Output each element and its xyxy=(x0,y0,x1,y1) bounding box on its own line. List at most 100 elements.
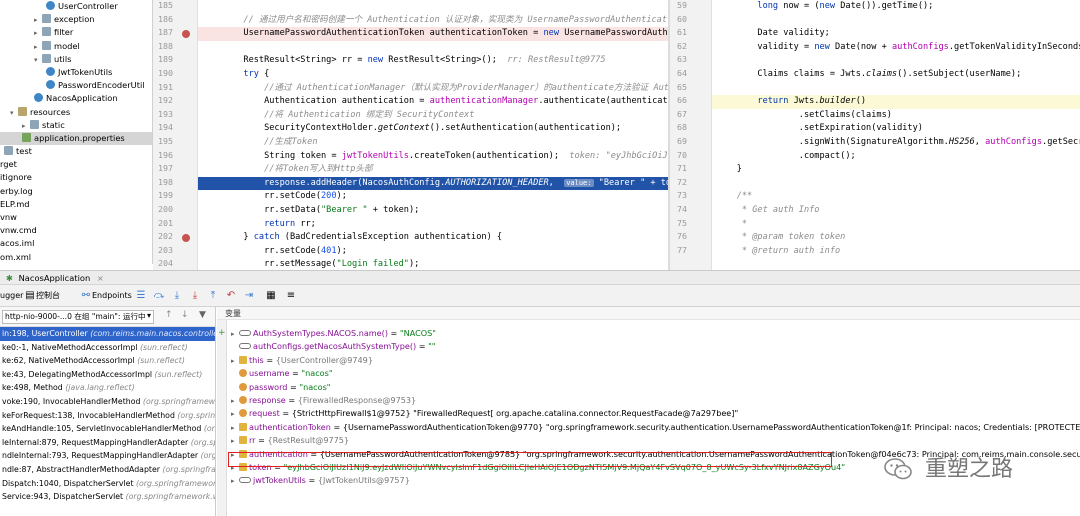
expand-arrow-icon[interactable]: ▸ xyxy=(231,435,239,448)
expand-arrow-icon[interactable]: ▸ xyxy=(231,355,239,368)
code-line[interactable]: rr.setData("Bearer " + token); xyxy=(198,204,668,218)
expand-arrow-icon[interactable]: ▸ xyxy=(231,395,239,408)
tree-item[interactable]: rget xyxy=(0,158,152,171)
code-line[interactable]: .setExpiration(validity) xyxy=(712,122,1080,136)
step-over-button[interactable]: ⤼ xyxy=(153,289,165,303)
variable-row[interactable]: ▸ rr = {RestResult@9775} xyxy=(231,434,349,447)
stack-frame[interactable]: keAndHandle:105, ServletInvocableHandler… xyxy=(0,422,215,436)
evaluate-expression-button[interactable]: ▦ xyxy=(265,289,277,303)
code-line[interactable]: * @return auth info xyxy=(712,245,1080,259)
variable-row[interactable]: ▸ jwtTokenUtils = {JwtTokenUtils@9757} xyxy=(231,474,410,487)
tree-item[interactable]: NacosApplication xyxy=(0,92,152,105)
tree-item[interactable]: ▸ exception xyxy=(0,13,152,26)
expand-arrow-icon[interactable]: ▸ xyxy=(231,422,239,435)
stack-frame[interactable]: Dispatch:1040, DispatcherServlet (org.sp… xyxy=(0,477,215,491)
code-line[interactable] xyxy=(712,14,1080,28)
tree-item[interactable]: JwtTokenUtils xyxy=(0,66,152,79)
stack-frame[interactable]: leInternal:879, RequestMappingHandlerAda… xyxy=(0,436,215,450)
code-line[interactable] xyxy=(712,82,1080,96)
show-execution-point-button[interactable]: ☰ xyxy=(135,289,147,303)
add-watch-icon[interactable]: + xyxy=(218,328,226,338)
code-line[interactable]: return rr; xyxy=(198,218,668,232)
code-line[interactable]: * @param token token xyxy=(712,231,1080,245)
code-line[interactable] xyxy=(198,41,668,55)
filter-icon[interactable]: ▼ xyxy=(199,310,206,320)
editor-code-left[interactable]: // 通过用户名和密码创建一个 Authentication 认证对象，实现类为… xyxy=(198,0,668,270)
code-line[interactable]: .setClaims(claims) xyxy=(712,109,1080,123)
editor-gutter-right[interactable]: 59 60 61 62 63 64 65 66 67 68 69 70 71 72 73 74 75 76 77 xyxy=(670,0,712,270)
code-line[interactable]: //将Token写入到Http头部 xyxy=(198,163,668,177)
variable-row[interactable]: username = "nacos" xyxy=(231,367,333,380)
tree-item[interactable]: test xyxy=(0,145,152,158)
code-line[interactable]: } catch (BadCredentialsException authent… xyxy=(198,231,668,245)
step-into-button[interactable]: ⤓ xyxy=(171,289,183,303)
tree-item[interactable]: erby.log xyxy=(0,185,152,198)
stack-frame[interactable]: ke:43, DelegatingMethodAccessorImpl (sun… xyxy=(0,368,215,382)
stack-frame[interactable]: ndle:87, AbstractHandlerMethodAdapter (o… xyxy=(0,463,215,477)
code-line[interactable]: .signWith(SignatureAlgorithm.HS256, auth… xyxy=(712,136,1080,150)
stack-frame[interactable]: Service:943, DispatcherServlet (org.spri… xyxy=(0,490,215,504)
stack-frame[interactable]: ke:62, NativeMethodAccessorImpl (sun.ref… xyxy=(0,354,215,368)
code-line[interactable]: } xyxy=(712,163,1080,177)
code-line[interactable]: Claims claims = Jwts.claims().setSubject… xyxy=(712,68,1080,82)
tree-item[interactable]: PasswordEncoderUtil xyxy=(0,79,152,92)
up-arrow-icon[interactable]: ↑ xyxy=(165,310,173,320)
code-line[interactable]: long now = (new Date()).getTime(); xyxy=(712,0,1080,14)
tab-debugger[interactable]: ugger xyxy=(0,289,23,303)
tree-item[interactable]: itignore xyxy=(0,171,152,184)
code-line[interactable]: //将 Authentication 绑定到 SecurityContext xyxy=(198,109,668,123)
tree-item[interactable]: ▸ static xyxy=(0,119,152,132)
drop-frame-button[interactable]: ↶ xyxy=(225,289,237,303)
variable-row[interactable]: ▸ this = {UserController@9749} xyxy=(231,354,373,367)
breakpoint-icon[interactable] xyxy=(182,234,190,243)
trace-button[interactable]: ≡ xyxy=(285,289,297,303)
expand-arrow-icon[interactable]: ▸ xyxy=(231,328,239,341)
tree-item[interactable]: vnw xyxy=(0,211,152,224)
tree-item[interactable]: ▸ filter xyxy=(0,26,152,39)
code-line[interactable]: .compact(); xyxy=(712,150,1080,164)
stack-frame[interactable]: keForRequest:138, InvocableHandlerMethod… xyxy=(0,409,215,423)
code-line[interactable]: * xyxy=(712,218,1080,232)
expand-arrow-icon[interactable]: ▸ xyxy=(231,408,239,421)
tree-item[interactable]: ▾ resources xyxy=(0,106,152,119)
code-line[interactable]: rr.setCode(200); xyxy=(198,190,668,204)
expand-arrow-icon[interactable]: ▸ xyxy=(231,475,239,488)
code-line[interactable]: * Get auth Info xyxy=(712,204,1080,218)
code-line[interactable]: Date validity; xyxy=(712,27,1080,41)
code-line[interactable] xyxy=(712,54,1080,68)
stack-frame[interactable]: ndleInternal:793, RequestMappingHandlerA… xyxy=(0,449,215,463)
tree-item[interactable]: ELP.md xyxy=(0,198,152,211)
tree-item[interactable]: om.xml xyxy=(0,251,152,264)
tree-item[interactable]: acos.iml xyxy=(0,237,152,250)
tree-item[interactable]: ▸ model xyxy=(0,40,152,53)
code-line[interactable]: rr.setMessage("Login failed"); xyxy=(198,258,668,270)
run-to-cursor-button[interactable]: ⇥ xyxy=(243,289,255,303)
editor-gutter-left[interactable]: 185 186 187 188 189 190 191 192 193 194 195 196 197 1… xyxy=(153,0,198,270)
variable-row[interactable]: password = "nacos" xyxy=(231,381,331,394)
code-line[interactable]: validity = new Date(now + authConfigs.ge… xyxy=(712,41,1080,55)
step-out-button[interactable]: ⤒ xyxy=(207,289,219,303)
close-icon[interactable]: × xyxy=(97,273,104,283)
code-line[interactable]: //生成Token xyxy=(198,136,668,150)
code-line[interactable]: // 通过用户名和密码创建一个 Authentication 认证对象，实现类为… xyxy=(198,14,668,28)
variable-row[interactable]: ▸ authenticationToken = {UsernamePassword… xyxy=(231,421,1080,434)
tree-item[interactable]: application.properties xyxy=(0,131,152,146)
tab-console[interactable]: ▤控制台 xyxy=(24,289,60,303)
force-step-into-button[interactable]: ⤓ xyxy=(189,289,201,303)
tree-item[interactable]: UserController xyxy=(0,0,152,13)
stack-frame[interactable]: ke:498, Method (java.lang.reflect) xyxy=(0,381,215,395)
tab-endpoints[interactable]: ⚯ Endpoints xyxy=(80,289,132,303)
code-line[interactable]: Authentication authentication = authenti… xyxy=(198,95,668,109)
code-line[interactable]: String token = jwtTokenUtils.createToken… xyxy=(198,150,668,164)
code-line[interactable]: UsernamePasswordAuthenticationToken auth… xyxy=(198,27,668,41)
code-line[interactable] xyxy=(712,177,1080,191)
variable-row[interactable]: ▸ request = {StrictHttpFirewall$1@9752} "… xyxy=(231,407,738,420)
thread-dropdown[interactable]: http-nio-9000-...0 在组 "main": 运行中 xyxy=(2,310,154,324)
stack-frame[interactable]: in:198, UserController (com.reims.main.n… xyxy=(0,327,215,341)
breakpoint-icon[interactable] xyxy=(182,30,190,39)
code-line[interactable] xyxy=(198,0,668,14)
variable-row[interactable]: authConfigs.getNacosAuthSystemType() = "… xyxy=(231,340,436,353)
debug-tab-nacos-application[interactable]: NacosApplication xyxy=(19,273,91,283)
down-arrow-icon[interactable]: ↓ xyxy=(181,310,189,320)
variable-row[interactable]: ▸ AuthSystemTypes.NACOS.name() = "NACOS" xyxy=(231,327,436,340)
